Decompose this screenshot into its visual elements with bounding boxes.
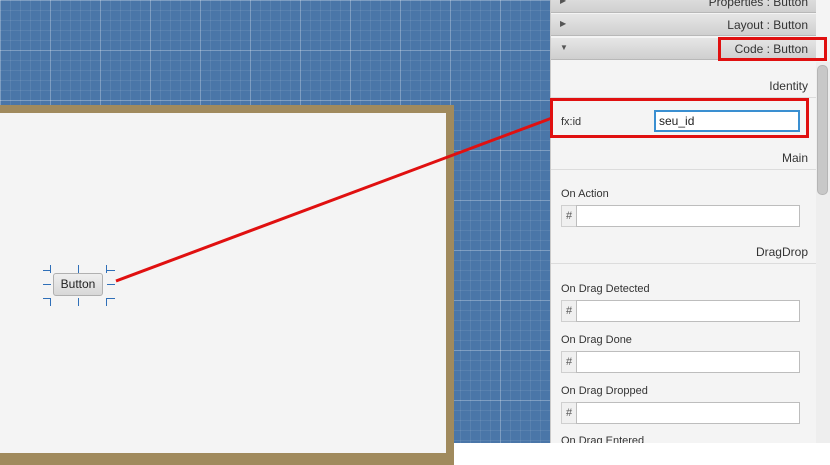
annotation-arrow <box>115 116 553 283</box>
annotation-line <box>115 116 553 283</box>
